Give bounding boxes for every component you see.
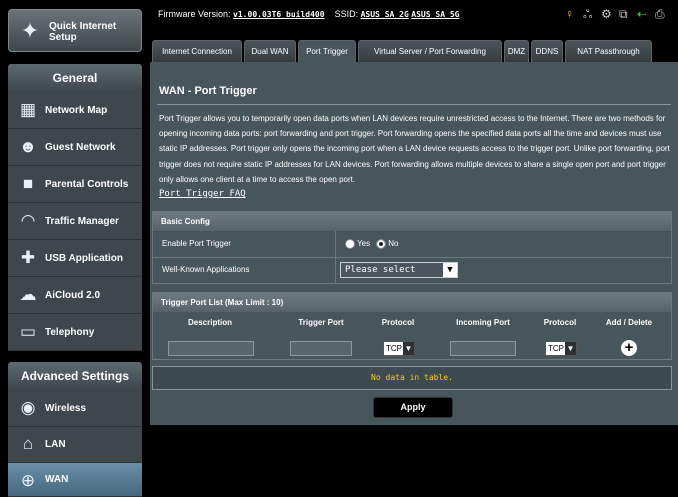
col-incoming-port: Incoming Port [456, 318, 510, 327]
usb-status-icon[interactable]: ♀ [565, 7, 574, 21]
trigger-list-input-row: TCP ▼ TCP ▼ + [152, 335, 672, 360]
trigger-list-header: Trigger Port List (Max Limit : 10) [153, 293, 671, 312]
home-icon: ⌂ [22, 434, 34, 453]
enable-port-trigger-row: Enable Port Trigger Yes No [152, 231, 672, 257]
trigger-port-input[interactable] [290, 341, 352, 356]
gauge-icon: ◠ [20, 211, 36, 230]
ssid-2g-link[interactable]: ASUS_SA_2G [361, 10, 409, 19]
col-add-delete: Add / Delete [605, 318, 653, 327]
globe-icon: ⊕ [20, 471, 36, 490]
usb-connected-icon[interactable]: ⇠ [637, 7, 647, 21]
sidebar-item-wan[interactable]: ⊕ WAN [8, 463, 142, 497]
enable-no-option[interactable]: No [376, 239, 398, 249]
chevron-down-icon: ▼ [403, 342, 414, 355]
sidebar-item-label: Network Map [45, 105, 108, 116]
tab-virtual-server[interactable]: Virtual Server / Port Forwarding [358, 40, 502, 62]
sidebar-item-network-map[interactable]: ▦ Network Map [8, 92, 142, 129]
sidebar-item-guest-network[interactable]: ☻ Guest Network [8, 129, 142, 166]
col-protocol-2: Protocol [543, 318, 577, 327]
tab-internet-connection[interactable]: Internet Connection [152, 40, 242, 62]
guest-network-icon: ☻ [19, 137, 37, 156]
ssid-label: SSID: [334, 9, 359, 19]
trigger-protocol-value: TCP [386, 344, 402, 353]
page-title: WAN - Port Trigger [159, 85, 257, 97]
enable-yes-option[interactable]: Yes [345, 239, 370, 249]
lock-icon: ■ [22, 174, 34, 193]
sidebar-item-label: AiCloud 2.0 [45, 290, 101, 301]
add-rule-icon[interactable]: + [621, 340, 637, 356]
ssid-5g-link[interactable]: ASUS_SA_5G [411, 10, 459, 19]
incoming-protocol-value: TCP [548, 344, 564, 353]
quick-setup-label: Quick Internet Setup [49, 21, 117, 43]
row-divider [335, 257, 336, 283]
sidebar-item-usb-application[interactable]: ✚ USB Application [8, 240, 142, 277]
incoming-protocol-select[interactable]: TCP ▼ [545, 341, 577, 356]
advanced-section-header: Advanced Settings [8, 362, 142, 390]
description-input[interactable] [168, 341, 254, 356]
tab-dual-wan[interactable]: Dual WAN [244, 40, 296, 62]
tab-ddns[interactable]: DDNS [531, 40, 563, 62]
users-status-icon[interactable]: ஃ [583, 7, 592, 23]
sidebar-item-label: Guest Network [45, 142, 116, 153]
cloud-icon: ☁ [19, 285, 37, 304]
wifi-icon: ◉ [20, 398, 36, 417]
tab-port-trigger[interactable]: Port Trigger [298, 40, 356, 62]
tab-bar: Internet Connection Dual WAN Port Trigge… [150, 40, 678, 62]
magic-wand-icon: ✦ [20, 18, 40, 43]
sidebar-item-telephony[interactable]: ▭ Telephony [8, 314, 142, 351]
no-radio[interactable] [376, 239, 386, 249]
trigger-protocol-select[interactable]: TCP ▼ [383, 341, 415, 356]
tab-nat-passthrough[interactable]: NAT Passthrough [565, 40, 652, 62]
sidebar-item-traffic-manager[interactable]: ◠ Traffic Manager [8, 203, 142, 240]
empty-table-message: No data in table. [152, 366, 672, 390]
incoming-port-input[interactable] [450, 341, 516, 356]
apply-button[interactable]: Apply [373, 397, 453, 418]
printer-status-icon[interactable]: ⎙ [655, 7, 665, 22]
quick-internet-setup-button[interactable]: ✦ Quick Internet Setup [8, 9, 142, 52]
tab-dmz[interactable]: DMZ [504, 40, 529, 62]
enable-port-trigger-label: Enable Port Trigger [162, 239, 231, 248]
col-description: Description [187, 318, 232, 327]
chevron-down-icon: ▼ [565, 342, 576, 355]
basic-config-header: Basic Config [153, 212, 671, 231]
sidebar-item-label: USB Application [45, 253, 123, 264]
copy-status-icon[interactable]: ⧉ [619, 7, 628, 22]
yes-radio[interactable] [345, 239, 355, 249]
no-label: No [388, 239, 399, 249]
well-known-apps-select[interactable]: Please select ▼ [340, 262, 458, 278]
sidebar-item-label: Wireless [45, 403, 87, 414]
general-section-header: General [8, 64, 142, 92]
firmware-info: Firmware Version: v1.00.03T6_build400 SS… [158, 9, 459, 19]
faq-link[interactable]: Port_Trigger_FAQ [159, 189, 246, 199]
yes-label: Yes [357, 239, 371, 249]
gear-status-icon[interactable]: ⚙ [601, 7, 612, 21]
sidebar-item-label: Telephony [45, 327, 95, 338]
title-divider [157, 104, 671, 105]
well-known-apps-row: Well-Known Applications Please select ▼ [152, 257, 672, 283]
trigger-list-column-headers: Description Trigger Port Protocol Incomi… [152, 313, 672, 333]
page-description: Port Trigger allows you to temporarily o… [159, 114, 670, 184]
network-map-icon: ▦ [19, 100, 37, 119]
sidebar-item-parental-controls[interactable]: ■ Parental Controls [8, 166, 142, 203]
sidebar-item-label: WAN [45, 474, 69, 485]
sidebar-item-label: LAN [45, 439, 66, 450]
well-known-apps-label: Well-Known Applications [162, 265, 250, 274]
row-divider [335, 231, 336, 257]
firmware-version-link[interactable]: v1.00.03T6_build400 [233, 10, 325, 19]
apps-selected-value: Please select [345, 265, 416, 275]
sidebar-item-wireless[interactable]: ◉ Wireless [8, 390, 142, 427]
col-protocol: Protocol [381, 318, 415, 327]
sidebar-item-lan[interactable]: ⌂ LAN [8, 426, 142, 463]
puzzle-icon: ✚ [20, 248, 36, 267]
monitor-icon: ▭ [19, 322, 37, 341]
sidebar-item-label: Traffic Manager [45, 216, 119, 227]
sidebar-item-aicloud[interactable]: ☁ AiCloud 2.0 [8, 277, 142, 314]
firmware-label: Firmware Version: [158, 9, 231, 19]
chevron-down-icon: ▼ [443, 263, 457, 277]
sidebar-item-label: Parental Controls [45, 179, 129, 190]
col-trigger-port: Trigger Port [298, 318, 344, 327]
